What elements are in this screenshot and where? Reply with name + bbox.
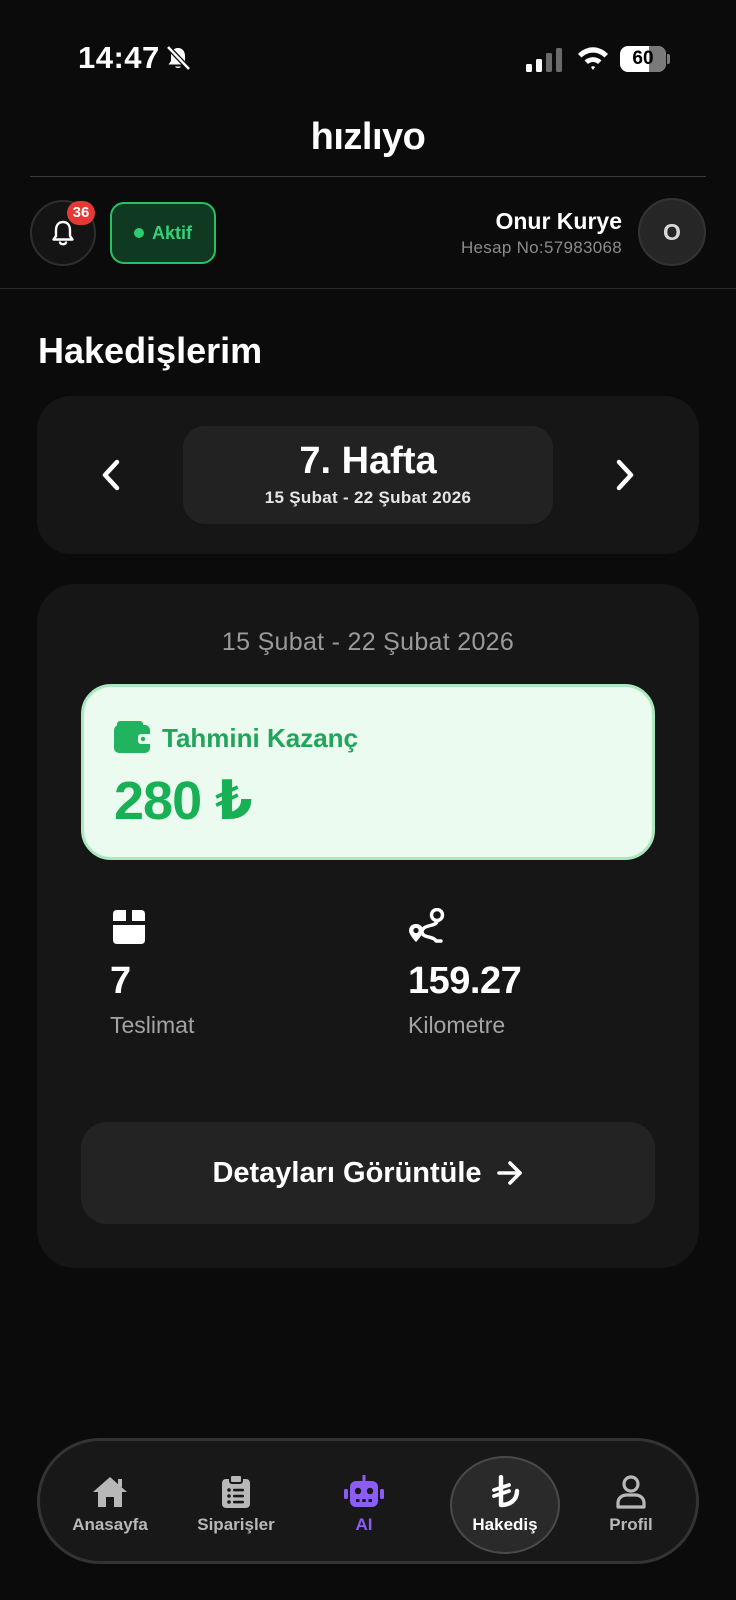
chevron-right-icon <box>616 459 634 491</box>
nav-ai-label: AI <box>355 1515 373 1534</box>
week-range: 15 Şubat - 22 Şubat 2026 <box>264 488 472 507</box>
view-details-label: Detayları Görüntüle <box>212 1156 482 1189</box>
page-title: Hakedişlerim <box>38 330 263 371</box>
user-name: Onur Kurye <box>495 208 622 234</box>
earnings-label: Tahmini Kazanç <box>162 723 359 753</box>
next-week-button[interactable] <box>604 450 646 500</box>
avatar-initial: O <box>663 218 681 245</box>
status-dot <box>134 228 144 238</box>
distance-label: Kilometre <box>408 1012 506 1038</box>
bell-slash-icon <box>166 45 191 71</box>
nav-home-label: Anasayfa <box>72 1515 148 1534</box>
nav-profile[interactable]: Profil <box>577 1457 685 1553</box>
nav-profile-label: Profil <box>609 1515 653 1534</box>
estimated-earnings-box: Tahmini Kazanç 280 ₺ <box>81 684 655 860</box>
wallet-icon <box>114 721 152 753</box>
wifi-icon <box>578 47 608 70</box>
status-label: Aktif <box>152 222 192 243</box>
robot-icon <box>344 1475 384 1507</box>
nav-payout[interactable]: Hakediş <box>450 1456 560 1554</box>
deliveries-stat: 7 Teslimat <box>110 908 370 1048</box>
divider <box>0 288 736 289</box>
clipboard-list-icon <box>222 1475 250 1508</box>
status-bar: 14:47 60 <box>0 0 736 120</box>
nav-home[interactable]: Anasayfa <box>56 1457 164 1553</box>
earnings-value: 280 ₺ <box>114 771 253 831</box>
signal-icon <box>526 48 562 72</box>
distance-stat: 159.27 Kilometre <box>408 908 668 1048</box>
week-display: 7. Hafta 15 Şubat - 22 Şubat 2026 <box>183 426 553 524</box>
chevron-left-icon <box>102 459 120 491</box>
nav-orders[interactable]: Siparişler <box>182 1457 290 1553</box>
status-time: 14:47 <box>78 40 160 75</box>
account-number: Hesap No:57983068 <box>460 238 622 257</box>
divider <box>30 176 706 177</box>
battery-level: 60 <box>632 48 654 69</box>
brand-logo: hızlıyo <box>310 116 426 158</box>
week-title: 7. Hafta <box>299 440 437 482</box>
status-toggle[interactable]: Aktif <box>110 202 216 264</box>
deliveries-value: 7 <box>110 960 131 1002</box>
package-icon <box>113 910 145 944</box>
home-icon <box>93 1477 127 1507</box>
earnings-card: 15 Şubat - 22 Şubat 2026 Tahmini Kazanç … <box>37 584 699 1268</box>
nav-ai[interactable]: AI <box>310 1457 418 1553</box>
battery-icon: 60 <box>620 46 670 72</box>
nav-orders-label: Siparişler <box>197 1515 275 1534</box>
route-icon <box>409 908 445 943</box>
previous-week-button[interactable] <box>90 450 132 500</box>
deliveries-label: Teslimat <box>110 1012 195 1038</box>
app-screen: 14:47 60 hızlıyo 36 Aktif Onur Kurye Hes… <box>0 0 736 1600</box>
nav-payout-label: Hakediş <box>472 1515 538 1534</box>
notification-badge: 36 <box>67 201 95 225</box>
bottom-navigation: Anasayfa Siparişler AI Hakediş Profil <box>37 1438 699 1564</box>
arrow-right-icon <box>496 1161 522 1185</box>
lira-icon <box>492 1475 520 1508</box>
avatar[interactable]: O <box>638 198 706 266</box>
earnings-range: 15 Şubat - 22 Şubat 2026 <box>221 628 515 656</box>
distance-value: 159.27 <box>408 960 522 1002</box>
view-details-button[interactable]: Detayları Görüntüle <box>81 1122 655 1224</box>
user-icon <box>616 1475 646 1509</box>
